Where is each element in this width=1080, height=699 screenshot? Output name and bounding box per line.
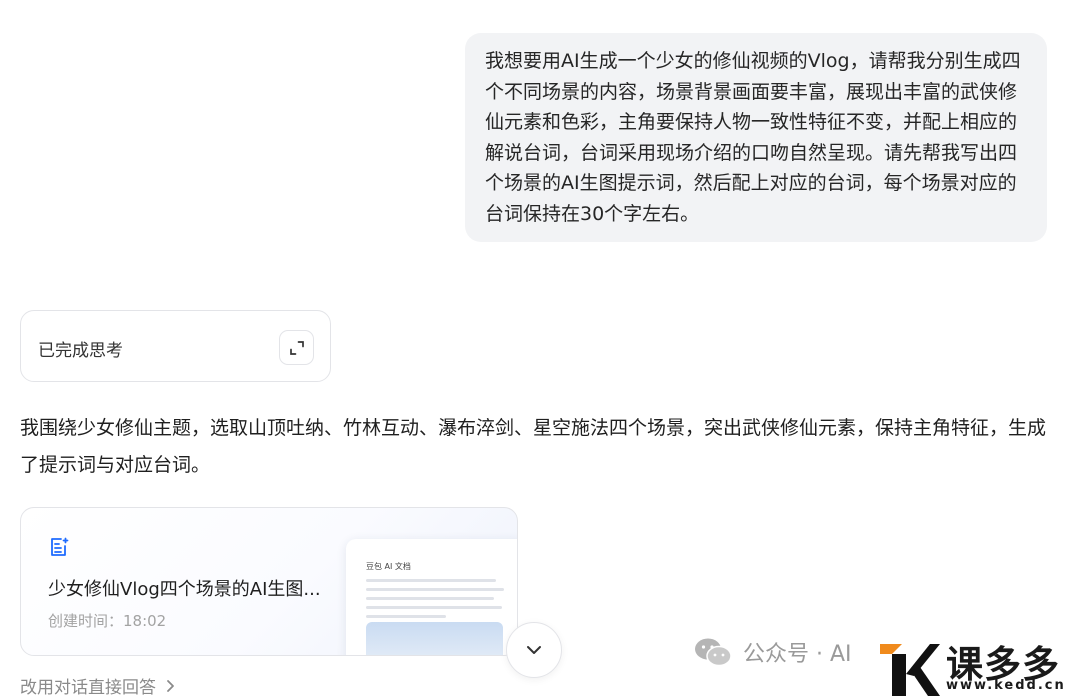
user-message-bubble: 我想要用AI生成一个少女的修仙视频的Vlog，请帮我分别生成四个不同场景的内容，… [465, 33, 1047, 242]
assistant-answer: 我围绕少女修仙主题，选取山顶吐纳、竹林互动、瀑布淬剑、星空施法四个场景，突出武侠… [20, 417, 1047, 476]
thinking-label: 已完成思考 [38, 341, 123, 361]
document-created-time: 创建时间：18:02 [48, 612, 167, 630]
answer-directly-label: 改用对话直接回答 [20, 678, 156, 698]
document-title: 少女修仙Vlog四个场景的AI生图... [48, 579, 321, 600]
wechat-watermark-text: 公众号 · AI [743, 642, 852, 667]
user-message-text: 我想要用AI生成一个少女的修仙视频的Vlog，请帮我分别生成四个不同场景的内容，… [485, 50, 1021, 225]
wechat-watermark: 公众号 · AI [693, 636, 852, 668]
kedd-k-icon [880, 644, 940, 696]
thinking-card[interactable]: 已完成思考 [20, 310, 331, 382]
chat-page: 我想要用AI生成一个少女的修仙视频的Vlog，请帮我分别生成四个不同场景的内容，… [0, 0, 1080, 699]
kedd-logo: 课多多 www.kedd.cn [878, 636, 1078, 698]
preview-text-lines [366, 579, 517, 618]
expand-icon [289, 340, 304, 355]
wechat-icon [695, 638, 732, 667]
preview-image [366, 622, 503, 655]
chevron-down-icon [527, 646, 541, 654]
document-preview-thumbnail: 豆包 AI 文档 [346, 539, 517, 655]
document-card[interactable]: 少女修仙Vlog四个场景的AI生图... 创建时间：18:02 豆包 AI 文档 [20, 507, 518, 656]
chevron-right-icon [167, 679, 174, 692]
document-ai-icon [51, 537, 69, 556]
kedd-url: www.kedd.cn [946, 678, 1066, 693]
scroll-down-button[interactable] [506, 622, 562, 678]
preview-title: 豆包 AI 文档 [366, 562, 411, 571]
answer-directly-link[interactable]: 改用对话直接回答 [20, 673, 176, 698]
expand-thinking-button[interactable] [279, 330, 314, 365]
